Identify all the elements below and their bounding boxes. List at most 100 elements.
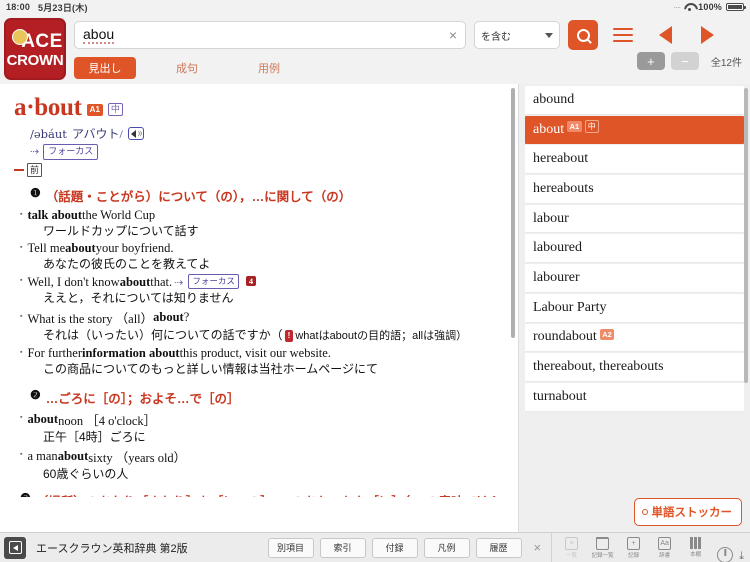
status-right-group: ···· 100% (673, 2, 746, 12)
list-item[interactable]: labourer (525, 264, 744, 293)
example-japanese: ワールドカップについて話す (43, 224, 199, 239)
example-en-plain: For further (27, 346, 82, 361)
download-icon[interactable]: ⤓ (739, 550, 744, 562)
list-item[interactable]: labour (525, 204, 744, 234)
close-icon[interactable]: × (534, 540, 542, 555)
list-item[interactable]: roundabout A2 (525, 323, 744, 353)
example-en-bold: about (153, 310, 184, 325)
example-japanese: あなたの彼氏のことを教えてよ (43, 257, 211, 272)
list-item[interactable]: thereabout, thereabouts (525, 353, 744, 382)
example-en-plain: that. (150, 274, 173, 289)
search-input[interactable]: abou × (74, 21, 466, 49)
sense-gloss: （場所）のあたり［まわり］を［に，の］，…のあちこちを［に］（ この意味ではふつ (36, 491, 504, 497)
tray-list-button[interactable]: ≡ 一覧 (556, 533, 587, 562)
part-of-speech-badge: 前 (27, 162, 43, 178)
signal-dots-icon: ···· (673, 2, 682, 12)
reference-badge[interactable]: 4 (245, 276, 257, 287)
chu-badge: 中 (584, 120, 599, 134)
example-en-plain: sixty （years old） (88, 450, 187, 465)
tab-example[interactable]: 用例 (238, 57, 300, 79)
folder-icon (596, 536, 610, 550)
sense-heading: ❸ （場所）のあたり［まわり］を［に，の］，…のあちこちを［に］（ この意味では… (10, 483, 504, 497)
entry-scrollbar[interactable] (511, 88, 515, 338)
tray-label: 記録 (628, 552, 640, 559)
list-item-label: hereabouts (533, 180, 594, 196)
crown-icon (12, 29, 28, 46)
example-english: Tell me about your boyfriend. (20, 241, 504, 256)
example-en-plain: a man (27, 448, 58, 463)
focus-reference[interactable]: ⇢ フォーカス (10, 142, 504, 160)
list-item[interactable]: Labour Party (525, 293, 744, 323)
list-item[interactable]: laboured (525, 234, 744, 264)
search-row: abou × を含む (74, 20, 744, 50)
word-stocker-button[interactable]: 単語ストッカー (633, 498, 742, 526)
home-button[interactable] (4, 536, 26, 559)
focus-tag[interactable]: フォーカス (188, 274, 239, 289)
clear-search-icon[interactable]: × (449, 28, 457, 42)
example-item: a man about sixty （years old） 60歳ぐらいの人 (10, 446, 504, 483)
example-en-plain: noon ［4 o'clock］ (58, 413, 157, 428)
back-arrow-icon (12, 544, 18, 551)
circle-icon (641, 509, 648, 515)
list-item-label: hereabout (533, 151, 589, 167)
legend-button[interactable]: 凡例 (423, 537, 470, 558)
list-item-label: laboured (533, 240, 582, 256)
body-area: a·bout A1 中 /əbáut アバウト/ ⇢ フォーカス 前 ❶ （話題… (0, 84, 750, 532)
example-item: about noon ［4 o'clock］ 正午［4時］ごろに (10, 409, 504, 446)
list-item[interactable]: hereabout (525, 145, 744, 175)
example-en-bold: about (57, 448, 89, 463)
example-en-bold: information about (81, 346, 180, 361)
zoom-in-button[interactable]: + (636, 52, 665, 70)
previous-button[interactable] (648, 26, 682, 44)
status-bar: 18:00 5月23日(木) ···· 100% (0, 0, 750, 14)
example-en-plain: ? (183, 310, 190, 325)
other-entries-button[interactable]: 別項目 (267, 537, 314, 558)
tab-headword[interactable]: 見出し (74, 57, 136, 79)
headword-line: a·bout A1 中 (10, 90, 504, 122)
zoom-out-button[interactable]: − (670, 52, 699, 70)
list-item[interactable]: about A1 中 (525, 115, 744, 145)
hamburger-icon (613, 24, 633, 45)
search-button[interactable] (568, 20, 598, 50)
example-en-plain: this product, visit our website. (179, 346, 331, 361)
tray-dictionary-button[interactable]: Aa 辞書 (649, 533, 680, 562)
example-en-plain: Well, I don't know (27, 274, 120, 289)
tray-bookshelf-button[interactable]: 本棚 (680, 533, 711, 562)
search-mode-select[interactable]: を含む (474, 21, 560, 49)
plus-box-icon: + (627, 536, 641, 550)
example-en-bold: about (65, 241, 96, 256)
dictionary-icon: Aa (658, 536, 672, 550)
tray-record-list-button[interactable]: 記録一覧 (587, 533, 618, 562)
word-stocker-label: 単語ストッカー (651, 507, 733, 519)
list-item[interactable]: abound (525, 86, 744, 115)
index-button[interactable]: 索引 (319, 537, 366, 558)
list-item-label: abound (533, 91, 575, 107)
list-item[interactable]: hereabouts (525, 175, 744, 204)
speaker-icon[interactable] (127, 127, 144, 140)
example-english: For further information about this produ… (20, 346, 504, 361)
menu-button[interactable] (606, 24, 640, 45)
sense-number: ❸ (20, 491, 31, 497)
system-tray: ≡ 一覧 記録一覧 + 記録 Aa 辞書 本棚 ⤓ (551, 532, 746, 562)
example-english: a man about sixty （years old） (20, 447, 504, 466)
battery-percent: 100% (698, 2, 722, 12)
list-item[interactable]: turnabout (525, 382, 744, 412)
tray-record-button[interactable]: + 記録 (618, 533, 649, 562)
list-icon: ≡ (565, 536, 579, 550)
appendix-button[interactable]: 付録 (371, 537, 418, 558)
app-header: ACE CROWN abou × を含む 見出し 成句 用例 + − 全12件 (0, 14, 750, 84)
arrow-right-icon: ⇢ (174, 276, 184, 289)
search-input-value: abou (83, 26, 115, 44)
list-item-label: labourer (533, 269, 580, 285)
chevron-down-icon (545, 32, 553, 38)
next-button[interactable] (690, 26, 724, 44)
list-item-label: turnabout (533, 388, 587, 404)
next-icon (700, 26, 714, 44)
tray-label: 記録一覧 (591, 552, 614, 559)
tab-idiom[interactable]: 成句 (156, 57, 218, 79)
word-list-scrollbar[interactable] (744, 88, 748, 383)
power-button[interactable] (717, 546, 734, 562)
history-button[interactable]: 履歴 (475, 537, 522, 558)
battery-icon (726, 3, 746, 11)
tray-label: 一覧 (566, 552, 578, 559)
